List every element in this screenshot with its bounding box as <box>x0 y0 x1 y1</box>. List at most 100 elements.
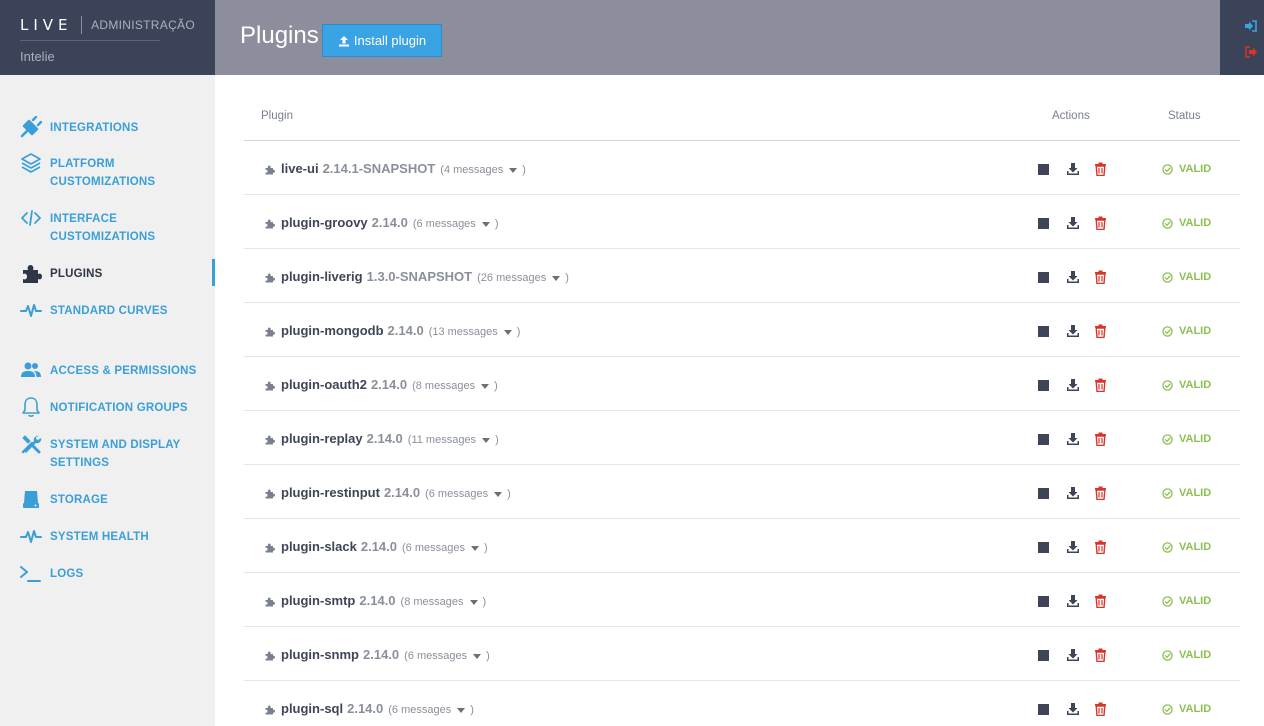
table-row: plugin-smtp 2.14.0 (8 messages ) VALID <box>244 573 1240 627</box>
messages-dropdown[interactable]: (26 messages ) <box>477 272 569 284</box>
trash-icon[interactable] <box>1094 486 1107 500</box>
messages-close-paren: ) <box>494 380 498 392</box>
table-row: plugin-oauth2 2.14.0 (8 messages ) VALID <box>244 357 1240 411</box>
stop-button[interactable] <box>1038 704 1049 715</box>
download-icon[interactable] <box>1066 162 1080 176</box>
check-circle-icon <box>1162 487 1173 499</box>
plugin-name: plugin-mongodb <box>281 323 384 338</box>
download-icon[interactable] <box>1066 216 1080 230</box>
plugin-name: plugin-restinput <box>281 485 380 500</box>
caret-down-icon <box>481 221 490 227</box>
messages-close-paren: ) <box>516 326 521 338</box>
download-icon[interactable] <box>1066 432 1080 446</box>
download-icon[interactable] <box>1066 648 1080 662</box>
download-icon[interactable] <box>1066 324 1080 338</box>
caret-down-icon <box>509 167 518 173</box>
download-icon[interactable] <box>1066 270 1080 284</box>
install-plugin-button[interactable]: Install plugin <box>322 24 442 57</box>
plugin-name: plugin-groovy <box>281 215 368 230</box>
tools-icon <box>20 433 42 455</box>
messages-dropdown[interactable]: (4 messages ) <box>440 164 526 176</box>
stop-button[interactable] <box>1038 596 1049 607</box>
messages-dropdown[interactable]: (6 messages ) <box>388 704 474 716</box>
stop-button[interactable] <box>1038 272 1049 283</box>
stop-button[interactable] <box>1038 380 1049 391</box>
sidebar-item-label: INTERFACE CUSTOMIZATIONS <box>50 213 156 243</box>
messages-count: (26 messages <box>477 272 547 284</box>
download-icon[interactable] <box>1066 378 1080 392</box>
messages-dropdown[interactable]: (11 messages ) <box>408 434 499 446</box>
messages-close-paren: ) <box>507 488 511 500</box>
plugin-version: 2.14.1-SNAPSHOT <box>322 161 436 176</box>
download-icon[interactable] <box>1066 540 1080 554</box>
check-circle-icon <box>1162 703 1173 715</box>
status-text: VALID <box>1179 649 1212 661</box>
sidebar-item-label: LOGS <box>50 568 84 580</box>
check-circle-icon <box>1162 379 1173 391</box>
messages-count: (11 messages <box>407 434 477 446</box>
sidebar-item-label: PLUGINS <box>50 268 103 280</box>
messages-dropdown[interactable]: (13 messages ) <box>429 326 521 338</box>
stop-button[interactable] <box>1038 542 1049 553</box>
status-badge: VALID <box>1162 595 1211 607</box>
table-row: live-ui 2.14.1-SNAPSHOT (4 messages ) VA… <box>244 141 1240 195</box>
page-title: Plugins <box>240 22 319 49</box>
status-text: VALID <box>1179 541 1212 553</box>
messages-count: (6 messages <box>388 704 452 716</box>
messages-count: (4 messages <box>440 164 504 176</box>
trash-icon[interactable] <box>1094 702 1107 716</box>
download-icon[interactable] <box>1066 486 1080 500</box>
messages-close-paren: ) <box>486 650 490 662</box>
messages-count: (8 messages <box>412 380 476 392</box>
messages-close-paren: ) <box>494 218 499 230</box>
caret-down-icon <box>481 383 490 389</box>
puzzle-icon <box>265 165 275 175</box>
login-icon[interactable] <box>1244 19 1258 33</box>
stop-button[interactable] <box>1038 434 1049 445</box>
stop-button[interactable] <box>1038 650 1049 661</box>
puzzle-icon <box>265 543 275 553</box>
status-badge: VALID <box>1162 703 1211 715</box>
puzzle-icon <box>265 381 275 391</box>
messages-close-paren: ) <box>522 164 526 176</box>
trash-icon[interactable] <box>1094 162 1107 176</box>
live-logo[interactable]: LIVE <box>20 16 73 34</box>
trash-icon[interactable] <box>1094 594 1107 608</box>
sidebar-item-label: INTEGRATIONS <box>50 122 139 134</box>
trash-icon[interactable] <box>1094 432 1107 446</box>
messages-dropdown[interactable]: (6 messages ) <box>402 542 488 554</box>
puzzle-icon <box>265 651 275 661</box>
trash-icon[interactable] <box>1094 540 1107 554</box>
download-icon[interactable] <box>1066 594 1080 608</box>
section-title: ADMINISTRAÇÃO <box>91 18 195 32</box>
status-badge: VALID <box>1162 217 1211 229</box>
stop-button[interactable] <box>1038 218 1049 229</box>
messages-dropdown[interactable]: (8 messages ) <box>401 596 487 608</box>
plugin-version: 2.14.0 <box>383 485 421 500</box>
download-icon[interactable] <box>1066 702 1080 716</box>
plugin-name: live-ui <box>281 161 319 176</box>
trash-icon[interactable] <box>1094 378 1107 392</box>
brand-divider <box>20 40 160 41</box>
messages-dropdown[interactable]: (6 messages ) <box>413 218 499 230</box>
logout-icon[interactable] <box>1244 45 1258 59</box>
stop-button[interactable] <box>1038 326 1049 337</box>
messages-dropdown[interactable]: (8 messages ) <box>412 380 498 392</box>
table-row: plugin-sql 2.14.0 (6 messages ) VALID <box>244 681 1240 726</box>
caret-down-icon <box>473 653 482 659</box>
caret-down-icon <box>503 329 512 335</box>
sidebar-item-label: STORAGE <box>50 494 109 506</box>
status-text: VALID <box>1179 487 1212 499</box>
trash-icon[interactable] <box>1094 216 1107 230</box>
status-badge: VALID <box>1162 541 1211 553</box>
check-circle-icon <box>1162 595 1173 607</box>
messages-dropdown[interactable]: (6 messages ) <box>404 650 490 662</box>
stop-button[interactable] <box>1038 488 1049 499</box>
column-header-plugin: Plugin <box>261 110 293 122</box>
stop-button[interactable] <box>1038 164 1049 175</box>
messages-dropdown[interactable]: (6 messages ) <box>425 488 511 500</box>
status-text: VALID <box>1179 271 1212 283</box>
trash-icon[interactable] <box>1094 324 1107 338</box>
trash-icon[interactable] <box>1094 270 1107 284</box>
trash-icon[interactable] <box>1094 648 1107 662</box>
